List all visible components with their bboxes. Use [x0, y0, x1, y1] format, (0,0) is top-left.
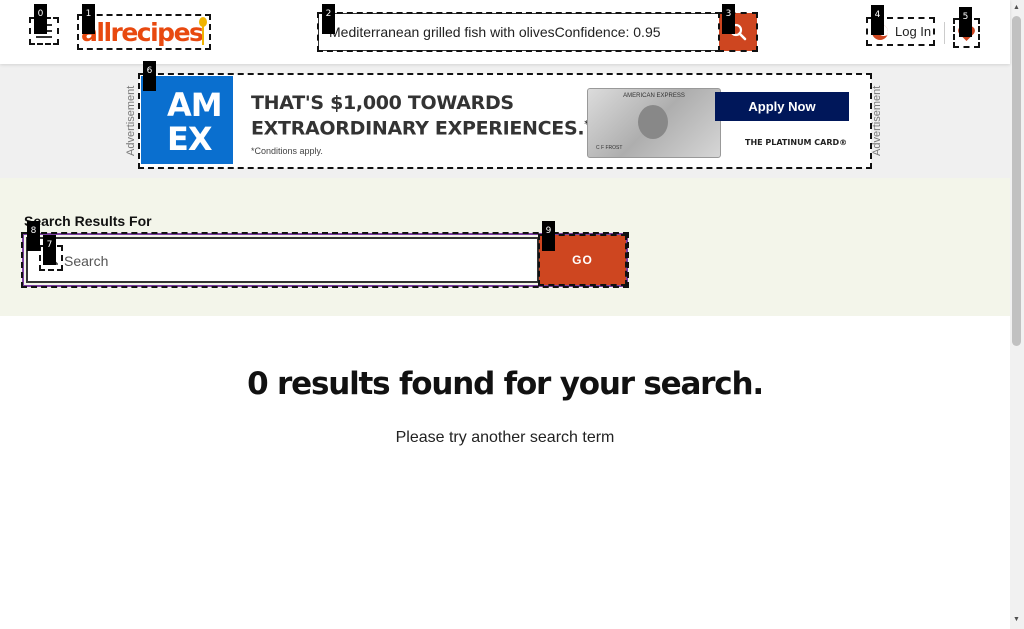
logo-text: allrecipes: [81, 18, 204, 47]
results-search-input[interactable]: [62, 239, 526, 283]
no-results-subtext: Please try another search term: [395, 429, 615, 446]
element-label-tag: 7: [43, 235, 56, 265]
centurion-icon: [638, 105, 668, 139]
header-search-text[interactable]: [319, 14, 719, 50]
ad-conditions: *Conditions apply.: [251, 146, 323, 156]
ad-headline: THAT'S $1,000 TOWARDS EXTRAORDINARY EXPE…: [251, 92, 589, 139]
amex-logo-line2: EX: [167, 120, 213, 158]
element-label-tag: 0: [34, 4, 47, 34]
element-label-tag: 1: [82, 4, 95, 34]
header-search-input[interactable]: [317, 12, 721, 52]
amex-logo-line1: AM: [167, 86, 223, 124]
scrollbar-thumb[interactable]: [1012, 16, 1021, 346]
element-label-tag: 9: [542, 221, 555, 251]
login-label: Log In: [895, 24, 932, 39]
no-results-heading: 0 results found for your search.: [247, 366, 764, 402]
ad-headline-line1: THAT'S $1,000 TOWARDS: [251, 92, 514, 114]
results-search-field[interactable]: [26, 237, 539, 283]
card-brand: AMERICAN EXPRESS: [623, 93, 685, 99]
scroll-up-icon[interactable]: ▲: [1012, 4, 1021, 11]
element-label-tag: 3: [722, 4, 735, 34]
ad-product-name: THE PLATINUM CARD®: [745, 138, 848, 147]
ad-headline-line2: EXTRAORDINARY EXPERIENCES.: [251, 117, 585, 140]
platinum-card-image: AMERICAN EXPRESS C F FROST: [587, 88, 721, 158]
element-label-tag: 8: [27, 221, 40, 251]
advertisement-banner[interactable]: AM EX THAT'S $1,000 TOWARDS EXTRAORDINAR…: [138, 73, 872, 169]
spoon-icon: [199, 17, 207, 45]
element-label-tag: 2: [322, 4, 335, 34]
element-label-tag: 4: [871, 5, 884, 35]
ad-apply-button[interactable]: Apply Now: [715, 92, 849, 121]
card-name: C F FROST: [596, 145, 623, 151]
search-results-label: Search Results For: [24, 213, 152, 229]
ad-side-label-left: Advertisement: [125, 85, 137, 157]
site-header: allrecipes Log In: [0, 0, 1010, 64]
ad-side-label-right: Advertisement: [871, 85, 883, 157]
scroll-down-icon[interactable]: ▼: [1012, 616, 1021, 623]
allrecipes-logo[interactable]: allrecipes: [77, 14, 211, 50]
header-divider: [944, 22, 945, 44]
element-label-tag: 5: [959, 7, 972, 37]
element-label-tag: 6: [143, 61, 156, 91]
